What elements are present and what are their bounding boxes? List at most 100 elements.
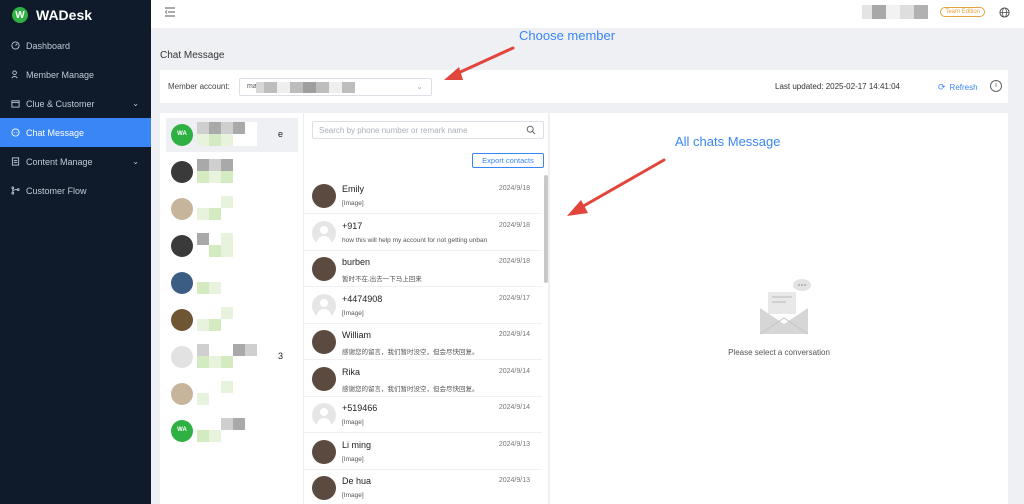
- member-item[interactable]: [166, 229, 298, 263]
- chat-list-scrollbar[interactable]: [544, 175, 548, 283]
- member-avatar: [171, 161, 193, 183]
- member-item[interactable]: [166, 266, 298, 300]
- contact-avatar: [312, 293, 336, 318]
- contact-avatar: [312, 330, 336, 354]
- chat-date: 2024/9/18: [498, 185, 530, 192]
- member-avatar: [171, 124, 193, 146]
- member-avatar: [171, 235, 193, 257]
- flow-icon: [10, 186, 20, 196]
- member-account-label: Member account:: [168, 82, 230, 91]
- search-placeholder: Search by phone number or remark name: [319, 126, 468, 135]
- contact-name: Emily: [342, 184, 364, 194]
- member-item[interactable]: 3: [166, 340, 298, 374]
- chat-item[interactable]: burben 2024/9/18 暂时不在,出去一下马上回来: [304, 251, 542, 287]
- sidebar-item-label: Customer Flow: [26, 185, 87, 196]
- contact-name: Rika: [342, 366, 361, 377]
- member-name-blur: [197, 122, 267, 146]
- refresh-label: Refresh: [949, 83, 978, 92]
- contact-avatar: [312, 184, 336, 208]
- contact-avatar: [312, 220, 336, 245]
- contact-name: Li ming: [342, 439, 372, 450]
- member-item[interactable]: [166, 303, 298, 337]
- sidebar-item-content-manage[interactable]: Content Manage ⌄: [0, 147, 151, 176]
- globe-icon[interactable]: [999, 6, 1010, 18]
- sidebar-item-chat-message[interactable]: Chat Message: [0, 118, 151, 147]
- sidebar-item-label: Clue & Customer: [26, 98, 95, 109]
- account-blur: [886, 5, 901, 19]
- member-avatar: [171, 420, 193, 442]
- chat-item[interactable]: +519466 2024/9/14 [Image]: [304, 397, 542, 433]
- member-account-select[interactable]: ma ⌄: [239, 78, 432, 96]
- chat-date: 2024/9/14: [498, 367, 530, 375]
- collapse-menu-icon[interactable]: [164, 6, 176, 18]
- page-title: Chat Message: [160, 50, 225, 61]
- chat-date: 2024/9/13: [498, 477, 530, 484]
- chat-item[interactable]: Li ming 2024/9/13 [Image]: [304, 434, 542, 470]
- member-item[interactable]: [166, 414, 298, 448]
- member-item[interactable]: [166, 377, 298, 411]
- member-account-blur: [256, 82, 355, 93]
- contact-avatar: [312, 257, 336, 281]
- member-icon: [10, 70, 20, 80]
- member-name-suffix: 3: [278, 351, 284, 361]
- sidebar-item-customer-flow[interactable]: Customer Flow: [0, 176, 151, 205]
- chat-preview: how this will help my account for not ge…: [342, 236, 488, 244]
- dashboard-icon: [10, 41, 20, 51]
- export-contacts-button[interactable]: Export contacts: [472, 153, 544, 168]
- chat-item[interactable]: Rika 2024/9/14 感谢您的留言，我们暂时没空，但会尽快回复。: [304, 361, 542, 397]
- empty-state-text: Please select a conversation: [728, 348, 830, 357]
- contact-avatar: [312, 366, 336, 391]
- choose-member-annotation: Choose member: [519, 28, 616, 43]
- chat-date: 2024/9/17: [498, 294, 530, 302]
- account-blur: [914, 5, 929, 19]
- chat-preview: [Image]: [342, 455, 364, 463]
- contact-name: +519466: [342, 403, 378, 413]
- sidebar-item-dashboard[interactable]: Dashboard: [0, 31, 151, 60]
- contact-avatar: [312, 439, 336, 464]
- chat-item[interactable]: Emily 2024/9/18 [Image]: [304, 178, 542, 214]
- member-name-blur: [197, 418, 267, 442]
- chat-preview: 感谢您的留言，我们暂时没空，但会尽快回复。: [342, 385, 479, 393]
- chevron-down-icon: ⌄: [132, 157, 139, 166]
- chat-item[interactable]: William 2024/9/14 感谢您的留言，我们暂时没空，但会尽快回复。: [304, 324, 542, 360]
- chat-list-panel: Search by phone number or remark name Ex…: [303, 113, 549, 504]
- chat-icon: [10, 128, 20, 138]
- member-name-blur: [197, 159, 267, 183]
- sidebar-item-clue-customer[interactable]: Clue & Customer ⌄: [0, 89, 151, 118]
- chat-preview: [Image]: [342, 309, 364, 317]
- brand[interactable]: W WADesk: [0, 0, 151, 30]
- member-item[interactable]: [166, 192, 298, 226]
- chat-item[interactable]: +917 2024/9/18 how this will help my accou…: [304, 215, 542, 251]
- search-icon[interactable]: [526, 125, 536, 135]
- chat-preview: [Image]: [342, 492, 364, 499]
- chat-preview: [Image]: [342, 419, 364, 426]
- contact-name: burben: [342, 257, 371, 267]
- topbar-right: Team Edition: [862, 5, 1010, 19]
- chat-date: 2024/9/14: [498, 331, 530, 338]
- account-blur: [872, 5, 887, 19]
- member-name-blur: [197, 270, 267, 294]
- member-item[interactable]: [166, 155, 298, 189]
- chevron-down-icon: ⌄: [132, 99, 139, 108]
- chat-item[interactable]: +4474908 2024/9/17 [Image]: [304, 288, 542, 324]
- member-name-suffix: e: [278, 129, 284, 139]
- chat-date: 2024/9/18: [498, 258, 530, 265]
- search-input[interactable]: Search by phone number or remark name: [312, 121, 544, 139]
- sidebar-item-member-manage[interactable]: Member Manage: [0, 60, 151, 89]
- contact-name: +917: [342, 220, 363, 231]
- clue-icon: [10, 99, 20, 109]
- wadesk-logo-icon: W: [12, 7, 28, 23]
- info-icon[interactable]: i: [990, 80, 1002, 92]
- contact-avatar: [312, 476, 336, 500]
- sidebar-nav: Dashboard Member Manage Clue & Customer ⌄ Ch…: [0, 31, 151, 205]
- sidebar-item-label: Dashboard: [26, 40, 71, 51]
- team-edition-badge: Team Edition: [940, 7, 985, 17]
- sidebar-item-label: Chat Message: [26, 127, 85, 138]
- chevron-down-icon: ⌄: [416, 82, 423, 91]
- chat-date: 2024/9/18: [498, 221, 530, 229]
- member-name-blur: [197, 381, 267, 405]
- chat-item[interactable]: De hua 2024/9/13 [Image]: [304, 470, 542, 504]
- member-item[interactable]: e: [166, 118, 298, 152]
- refresh-button[interactable]: ⟳ Refresh: [938, 82, 978, 93]
- member-name-blur: [197, 344, 267, 368]
